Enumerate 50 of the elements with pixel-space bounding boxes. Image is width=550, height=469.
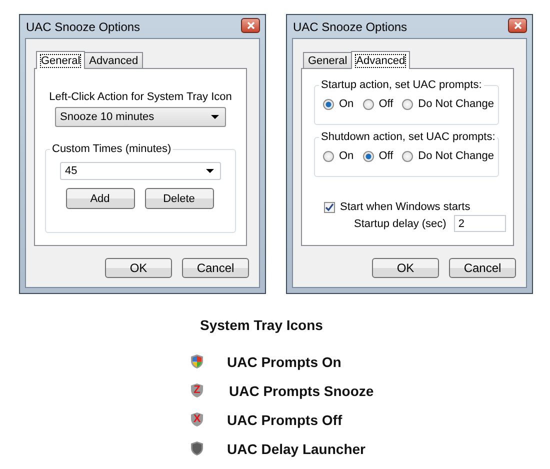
radio-button[interactable] <box>323 98 334 110</box>
plain-shield-icon <box>190 441 204 456</box>
delay-label: Startup delay (sec) <box>354 218 446 230</box>
close-icon <box>514 22 522 28</box>
radio-button[interactable] <box>362 98 374 110</box>
radio-button[interactable] <box>362 150 374 162</box>
cross-shield-icon: X <box>190 412 204 427</box>
radio-option[interactable]: On <box>323 150 354 162</box>
tab[interactable]: General <box>36 51 86 69</box>
radio-option[interactable]: Off <box>362 150 394 162</box>
radio-button[interactable] <box>402 98 414 110</box>
dialog-button[interactable]: Cancel <box>449 258 516 278</box>
radio-option[interactable]: Off <box>362 98 394 110</box>
legend-label: UAC Prompts On <box>227 354 342 370</box>
radio-button[interactable] <box>402 150 414 162</box>
group-button[interactable]: Delete <box>144 188 214 209</box>
window-title: UAC Snooze Options <box>25 20 140 34</box>
snooze-shield-icon: Z <box>190 383 204 398</box>
legend-label: UAC Prompts Off <box>227 412 342 428</box>
group-title: Shutdown action, set UAC prompts: <box>319 131 498 144</box>
checkmark-icon <box>325 202 334 212</box>
action-label: Left-Click Action for System Tray Icon <box>48 91 233 103</box>
dialog-button[interactable]: OK <box>105 258 172 278</box>
legend-title: System Tray Icons <box>200 317 324 333</box>
caret-icon <box>206 169 214 173</box>
close-icon <box>246 22 254 28</box>
caret-icon <box>211 115 219 119</box>
checkbox-option[interactable]: Start when Windows starts <box>324 201 503 213</box>
group-title: Custom Times (minutes) <box>50 143 174 156</box>
dialog-button[interactable]: OK <box>372 258 439 278</box>
group-button[interactable]: Add <box>66 188 134 209</box>
shield-icon <box>190 354 204 369</box>
window-title: UAC Snooze Options <box>292 20 408 34</box>
dialog-button[interactable]: Cancel <box>182 258 249 278</box>
legend-label: UAC Delay Launcher <box>227 440 366 456</box>
legend-label: UAC Prompts Snooze <box>229 382 374 398</box>
action-dropdown[interactable]: Snooze 10 minutes <box>55 107 226 127</box>
group-title: Startup action, set UAC prompts: <box>319 79 484 92</box>
radio-option[interactable]: Do Not Change <box>402 150 494 162</box>
times-dropdown[interactable]: 45 <box>60 162 221 180</box>
tab[interactable]: Advanced <box>351 51 410 69</box>
tab[interactable]: Advanced <box>84 52 144 68</box>
checkbox[interactable] <box>324 202 335 212</box>
delay-input[interactable]: 2 <box>454 215 506 232</box>
close-button[interactable] <box>241 18 260 32</box>
radio-button[interactable] <box>323 150 334 162</box>
radio-option[interactable]: Do Not Change <box>402 98 494 110</box>
close-button[interactable] <box>508 18 527 32</box>
radio-option[interactable]: On <box>323 98 354 110</box>
tab[interactable]: General <box>303 52 352 68</box>
